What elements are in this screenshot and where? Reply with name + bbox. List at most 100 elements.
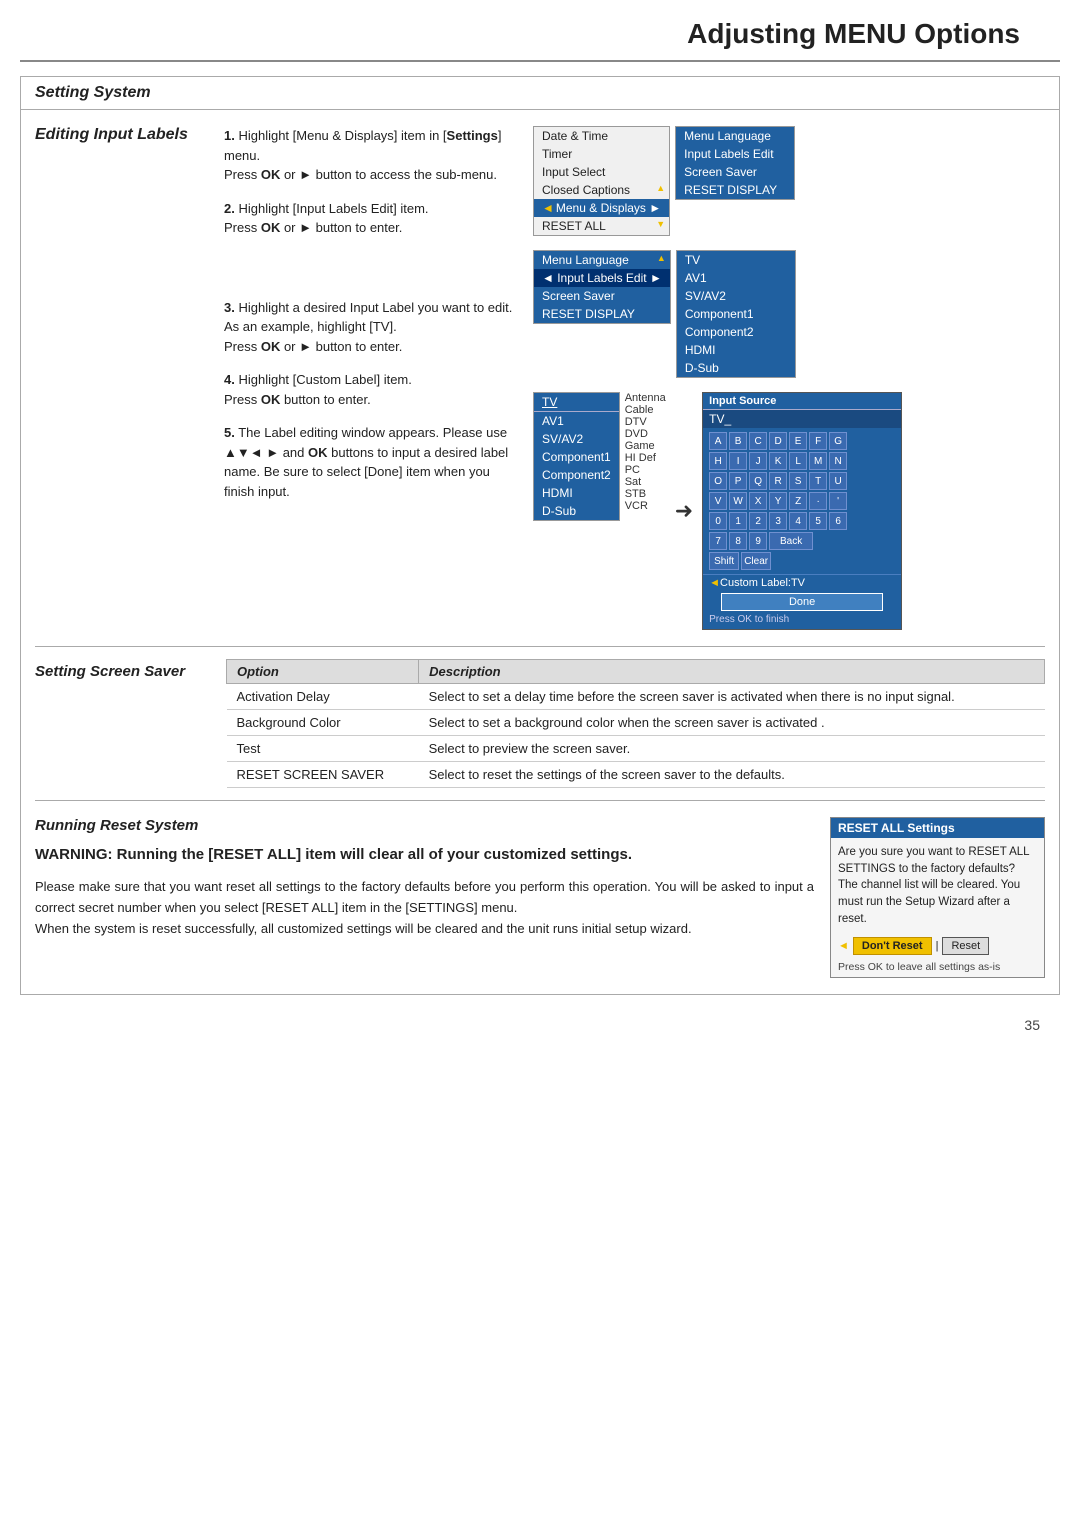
dont-reset-button[interactable]: Don't Reset xyxy=(853,937,932,955)
menu2-input-labels: ◄ Input Labels Edit ► xyxy=(534,269,670,287)
step1-bold: Settings xyxy=(447,128,498,143)
kb-d[interactable]: D xyxy=(769,432,787,450)
submenu2-tv: TV xyxy=(677,251,795,269)
reset-button[interactable]: Reset xyxy=(942,937,989,955)
kb-apos[interactable]: ' xyxy=(829,492,847,510)
kb-row-5: 0 1 2 3 4 5 6 xyxy=(709,512,895,530)
center-dtv: DTV xyxy=(625,416,666,428)
saver-row-3: Test Select to preview the screen saver. xyxy=(227,736,1045,762)
kb-w[interactable]: W xyxy=(729,492,747,510)
menu-item-timer: Timer xyxy=(534,145,669,163)
kb-y[interactable]: Y xyxy=(769,492,787,510)
kb-k[interactable]: K xyxy=(769,452,787,470)
saver-row-2: Background Color Select to set a backgro… xyxy=(227,710,1045,736)
kb-z[interactable]: Z xyxy=(789,492,807,510)
custom-label-row: ◄ Custom Label:TV xyxy=(703,574,901,591)
submenu1-reset-display: RESET DISPLAY xyxy=(676,181,794,199)
step-2: 2. Highlight [Input Labels Edit] item. P… xyxy=(224,199,519,238)
setting-system-header: Setting System xyxy=(21,77,1059,110)
saver-desc-3: Select to preview the screen saver. xyxy=(419,736,1045,762)
center-pc: PC xyxy=(625,464,666,476)
step3-num: 3. xyxy=(224,300,235,315)
diagram-3: TV AV1 SV/AV2 Component1 Component2 HDMI… xyxy=(533,392,1045,630)
kb-e[interactable]: E xyxy=(789,432,807,450)
kb-a[interactable]: A xyxy=(709,432,727,450)
screen-saver-table-wrapper: Option Description Activation Delay Sele… xyxy=(226,659,1045,788)
kb-u[interactable]: U xyxy=(829,472,847,490)
submenu2-svav2: SV/AV2 xyxy=(677,287,795,305)
step5-num: 5. xyxy=(224,425,235,440)
kb-8[interactable]: 8 xyxy=(729,532,747,550)
kb-c[interactable]: C xyxy=(749,432,767,450)
dont-reset-arrow: ◄ xyxy=(838,940,849,952)
submenu1-screen-saver: Screen Saver xyxy=(676,163,794,181)
kb-m[interactable]: M xyxy=(809,452,827,470)
kb-1[interactable]: 1 xyxy=(729,512,747,530)
kb-p[interactable]: P xyxy=(729,472,747,490)
menu-item-reset-all: RESET ALL ▼ xyxy=(534,217,669,235)
saver-row-4: RESET SCREEN SAVER Select to reset the s… xyxy=(227,762,1045,788)
kb-t[interactable]: T xyxy=(809,472,827,490)
reset-system-section: Running Reset System WARNING: Running th… xyxy=(21,801,1059,994)
center-cable: Cable xyxy=(625,404,666,416)
kb-dot[interactable]: · xyxy=(809,492,827,510)
reset-left: Running Reset System WARNING: Running th… xyxy=(35,817,814,978)
kb-o[interactable]: O xyxy=(709,472,727,490)
kb-l[interactable]: L xyxy=(789,452,807,470)
kb-5[interactable]: 5 xyxy=(809,512,827,530)
kb-x[interactable]: X xyxy=(749,492,767,510)
input-source-box: Input Source TV_ A B C D E F G xyxy=(702,392,902,630)
kb-h[interactable]: H xyxy=(709,452,727,470)
diagrams-column: Date & Time Timer Input Select Closed Ca… xyxy=(533,126,1045,630)
saver-option-4: RESET SCREEN SAVER xyxy=(227,762,419,788)
page-number: 35 xyxy=(0,1009,1080,1041)
reset-warning-text: WARNING: Running the [RESET ALL] item wi… xyxy=(35,844,814,865)
editing-section-label: Editing Input Labels xyxy=(35,126,210,630)
kb-0[interactable]: 0 xyxy=(709,512,727,530)
screen-saver-table: Option Description Activation Delay Sele… xyxy=(226,659,1045,788)
kb-3[interactable]: 3 xyxy=(769,512,787,530)
kb-q[interactable]: Q xyxy=(749,472,767,490)
step2-num: 2. xyxy=(224,201,235,216)
step4-num: 4. xyxy=(224,372,235,387)
kb-row-4: V W X Y Z · ' xyxy=(709,492,895,510)
kb-j[interactable]: J xyxy=(749,452,767,470)
input-source-title: Input Source xyxy=(703,393,901,410)
center-hidef: HI Def xyxy=(625,452,666,464)
reset-dialog-footer: Press OK to leave all settings as-is xyxy=(831,959,1044,977)
kb-f[interactable]: F xyxy=(809,432,827,450)
center-stb: STB xyxy=(625,488,666,500)
kb-7[interactable]: 7 xyxy=(709,532,727,550)
kb-s[interactable]: S xyxy=(789,472,807,490)
saver-option-1: Activation Delay xyxy=(227,684,419,710)
kb-v[interactable]: V xyxy=(709,492,727,510)
steps-column: 1. Highlight [Menu & Displays] item in [… xyxy=(224,126,519,630)
screen-saver-section: Setting Screen Saver Option Description … xyxy=(21,647,1059,800)
center-vcr: VCR xyxy=(625,500,666,512)
ilist-dsub: D-Sub xyxy=(534,502,619,520)
kb-clear[interactable]: Clear xyxy=(741,552,771,570)
submenu2-av1: AV1 xyxy=(677,269,795,287)
kb-i[interactable]: I xyxy=(729,452,747,470)
kb-4[interactable]: 4 xyxy=(789,512,807,530)
reset-dialog-title: RESET ALL Settings xyxy=(831,818,1044,838)
reset-body-text: Please make sure that you want reset all… xyxy=(35,877,814,939)
step1-num: 1. xyxy=(224,128,235,143)
kb-r[interactable]: R xyxy=(769,472,787,490)
kb-shift[interactable]: Shift xyxy=(709,552,739,570)
menu-item-datetime: Date & Time xyxy=(534,127,669,145)
press-ok-text: Press OK to finish xyxy=(703,613,901,629)
kb-n[interactable]: N xyxy=(829,452,847,470)
input-source-field: TV_ xyxy=(703,410,901,428)
done-button[interactable]: Done xyxy=(721,593,883,611)
reset-inner: Running Reset System WARNING: Running th… xyxy=(35,817,1045,978)
submenu2-component2: Component2 xyxy=(677,323,795,341)
kb-6[interactable]: 6 xyxy=(829,512,847,530)
kb-2[interactable]: 2 xyxy=(749,512,767,530)
kb-b[interactable]: B xyxy=(729,432,747,450)
kb-g[interactable]: G xyxy=(829,432,847,450)
kb-9[interactable]: 9 xyxy=(749,532,767,550)
submenu2-hdmi: HDMI xyxy=(677,341,795,359)
kb-back[interactable]: Back xyxy=(769,532,813,550)
reset-dialog-body: Are you sure you want to RESET ALL SETTI… xyxy=(831,838,1044,933)
